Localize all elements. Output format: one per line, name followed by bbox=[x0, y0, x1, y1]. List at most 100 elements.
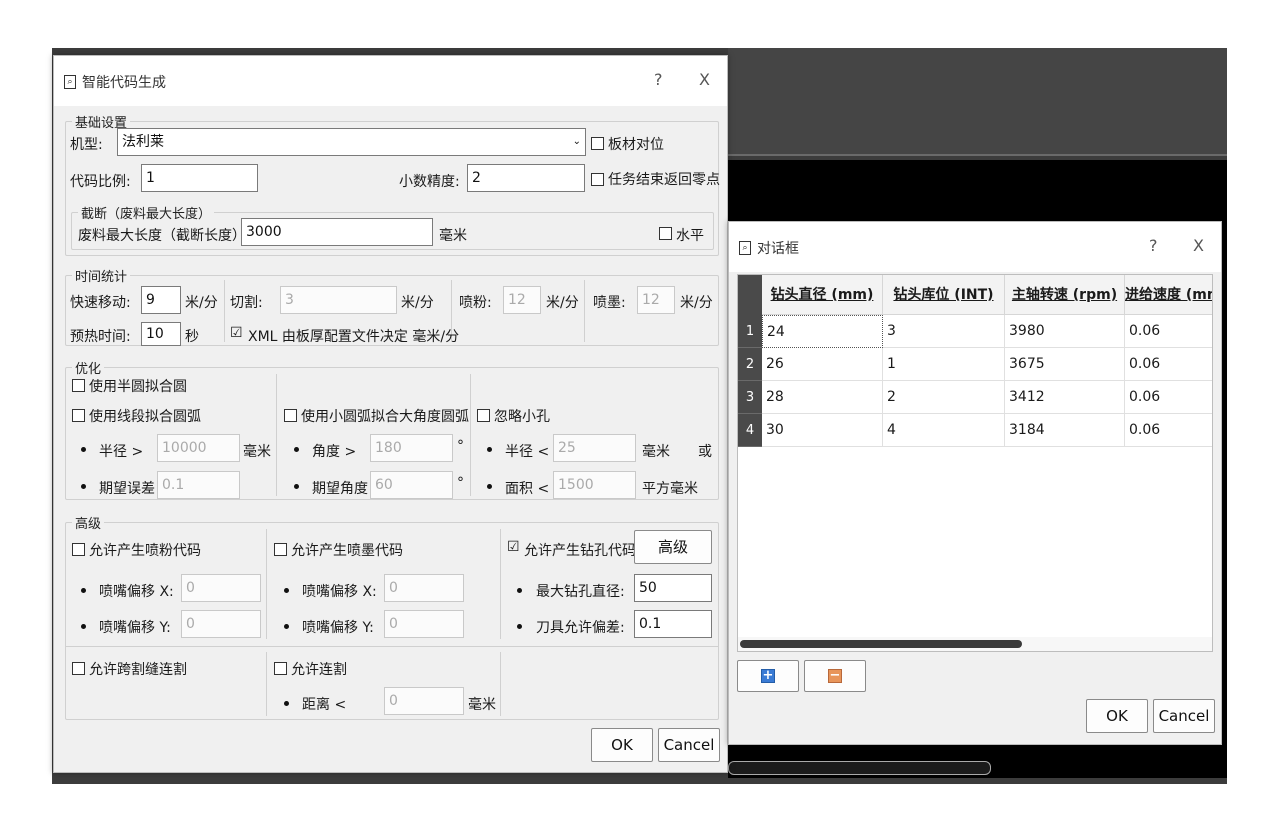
table-cancel-button[interactable]: Cancel bbox=[1153, 699, 1215, 733]
table-cell[interactable]: 0.06 bbox=[1125, 348, 1212, 381]
decimal-label: 小数精度: bbox=[399, 174, 460, 190]
chain-cut-label: 允许连割 bbox=[291, 662, 347, 678]
table-cell[interactable]: 3675 bbox=[1005, 348, 1125, 381]
smart-code-dialog: ⌕ 智能代码生成 ? X 基础设置 机型: 法利莱 ⌄ 板材对位 代码比例: 1… bbox=[53, 55, 728, 773]
table-cell[interactable]: 3412 bbox=[1005, 381, 1125, 414]
max-drill-input[interactable]: 50 bbox=[634, 574, 712, 602]
table-cell[interactable]: 28 bbox=[762, 381, 883, 414]
row-header[interactable]: 4 bbox=[738, 414, 762, 447]
add-row-button[interactable]: + bbox=[737, 660, 799, 692]
help-button[interactable]: ? bbox=[1149, 236, 1158, 255]
cut-speed-input[interactable]: 3 bbox=[280, 286, 397, 314]
horizontal-scrollbar-thumb[interactable] bbox=[740, 640, 1022, 648]
small-arc-label: 使用小圆弧拟合大角度圆弧 bbox=[301, 409, 469, 425]
ink-code-checkbox[interactable] bbox=[274, 543, 287, 556]
preheat-input[interactable]: 10 bbox=[141, 322, 181, 346]
segment-arc-checkbox[interactable] bbox=[72, 409, 85, 422]
table-corner[interactable] bbox=[738, 275, 762, 315]
angle-input[interactable]: 180 bbox=[370, 434, 453, 462]
row-header[interactable]: 3 bbox=[738, 381, 762, 414]
hole-radius-label: 半径 < bbox=[505, 444, 550, 460]
cut-speed-unit: 米/分 bbox=[401, 295, 434, 311]
column-header-slot[interactable]: 钻头库位 (INT) bbox=[883, 275, 1005, 315]
help-button[interactable]: ? bbox=[654, 70, 663, 89]
column-header-feed[interactable]: 进给速度 (mm bbox=[1125, 275, 1212, 315]
ink-y-input[interactable]: 0 bbox=[384, 610, 464, 638]
decimal-input[interactable]: 2 bbox=[467, 164, 585, 192]
table-cell[interactable]: 26 bbox=[762, 348, 883, 381]
powder-x-input[interactable]: 0 bbox=[181, 574, 261, 602]
return-zero-checkbox[interactable] bbox=[591, 173, 604, 186]
distance-input[interactable]: 0 bbox=[384, 687, 464, 715]
ignore-holes-checkbox[interactable] bbox=[477, 409, 490, 422]
horizontal-checkbox[interactable] bbox=[659, 227, 672, 240]
tool-tol-input[interactable]: 0.1 bbox=[634, 610, 712, 638]
horizontal-label: 水平 bbox=[676, 228, 704, 244]
distance-label: 距离 < bbox=[302, 697, 347, 713]
plus-icon: + bbox=[761, 668, 775, 683]
hole-radius-input[interactable]: 25 bbox=[553, 434, 636, 462]
table-dialog-titlebar: ⌕ 对话框 ? X bbox=[729, 222, 1221, 272]
cancel-button[interactable]: Cancel bbox=[658, 728, 720, 762]
exp-angle-input[interactable]: 60 bbox=[370, 471, 453, 499]
column-header-diameter[interactable]: 钻头直径 (mm) bbox=[762, 275, 883, 315]
app-icon: ⌕ bbox=[739, 241, 751, 255]
powder-speed-unit: 米/分 bbox=[546, 295, 579, 311]
table-cell[interactable]: 0.06 bbox=[1125, 381, 1212, 414]
horizontal-scrollbar-track[interactable] bbox=[738, 637, 1212, 651]
distance-unit: 毫米 bbox=[468, 697, 496, 713]
close-button[interactable]: X bbox=[699, 70, 710, 89]
drill-code-checkbox[interactable]: ☑ bbox=[507, 539, 520, 555]
table-cell[interactable]: 3 bbox=[883, 315, 1005, 348]
background-toolbar-strip bbox=[728, 48, 1227, 156]
table-cell[interactable]: 1 bbox=[883, 348, 1005, 381]
table-cell[interactable]: 2 bbox=[883, 381, 1005, 414]
row-header[interactable]: 1 bbox=[738, 315, 762, 348]
ok-button[interactable]: OK bbox=[591, 728, 653, 762]
table-cell[interactable]: 4 bbox=[883, 414, 1005, 447]
close-button[interactable]: X bbox=[1193, 236, 1204, 255]
remove-row-button[interactable]: − bbox=[804, 660, 866, 692]
table-cell[interactable]: 0.06 bbox=[1125, 414, 1212, 447]
table-cell[interactable]: 3184 bbox=[1005, 414, 1125, 447]
area-unit: 平方毫米 bbox=[642, 481, 698, 497]
table-ok-button[interactable]: OK bbox=[1086, 699, 1148, 733]
xml-checkbox[interactable]: ☑ bbox=[230, 325, 243, 341]
powder-code-checkbox[interactable] bbox=[72, 543, 85, 556]
cross-seam-checkbox[interactable] bbox=[72, 662, 85, 675]
small-arc-checkbox[interactable] bbox=[284, 409, 297, 422]
fast-move-input[interactable]: 9 bbox=[141, 286, 181, 314]
radius-input[interactable]: 10000 bbox=[157, 434, 240, 462]
table-cell[interactable]: 0.06 bbox=[1125, 315, 1212, 348]
preheat-unit: 秒 bbox=[185, 329, 199, 345]
cut-legend: 截断（废料最大长度） bbox=[78, 203, 215, 222]
max-drill-label: 最大钻孔直径: bbox=[536, 584, 625, 600]
row-header[interactable]: 2 bbox=[738, 348, 762, 381]
area-input[interactable]: 1500 bbox=[553, 471, 636, 499]
background-scrollbar[interactable] bbox=[728, 761, 991, 775]
drill-table: 钻头直径 (mm) 钻头库位 (INT) 主轴转速 (rpm) 进给速度 (mm… bbox=[737, 274, 1213, 652]
column-header-spindle[interactable]: 主轴转速 (rpm) bbox=[1005, 275, 1125, 315]
ink-speed-label: 喷墨: bbox=[593, 295, 626, 311]
table-cell[interactable]: 30 bbox=[762, 414, 883, 447]
ink-speed-input[interactable]: 12 bbox=[637, 286, 675, 314]
model-select[interactable]: 法利莱 ⌄ bbox=[117, 128, 586, 156]
semicircle-checkbox[interactable] bbox=[72, 379, 85, 392]
table-cell[interactable]: 3980 bbox=[1005, 315, 1125, 348]
ratio-input[interactable]: 1 bbox=[141, 164, 258, 192]
area-label: 面积 < bbox=[505, 481, 550, 497]
powder-speed-input[interactable]: 12 bbox=[503, 286, 541, 314]
max-length-input[interactable]: 3000 bbox=[241, 218, 433, 246]
ink-x-input[interactable]: 0 bbox=[384, 574, 464, 602]
segment-arc-label: 使用线段拟合圆弧 bbox=[89, 409, 201, 425]
powder-y-input[interactable]: 0 bbox=[181, 610, 261, 638]
error-input[interactable]: 0.1 bbox=[157, 471, 240, 499]
preheat-label: 预热时间: bbox=[70, 329, 131, 345]
advanced-button[interactable]: 高级 bbox=[634, 530, 712, 564]
table-cell[interactable]: 24 bbox=[762, 315, 883, 348]
board-align-checkbox[interactable] bbox=[591, 137, 604, 150]
angle-label: 角度 > bbox=[312, 444, 357, 460]
powder-speed-label: 喷粉: bbox=[459, 295, 492, 311]
error-label: 期望误差 bbox=[99, 481, 155, 497]
chain-cut-checkbox[interactable] bbox=[274, 662, 287, 675]
